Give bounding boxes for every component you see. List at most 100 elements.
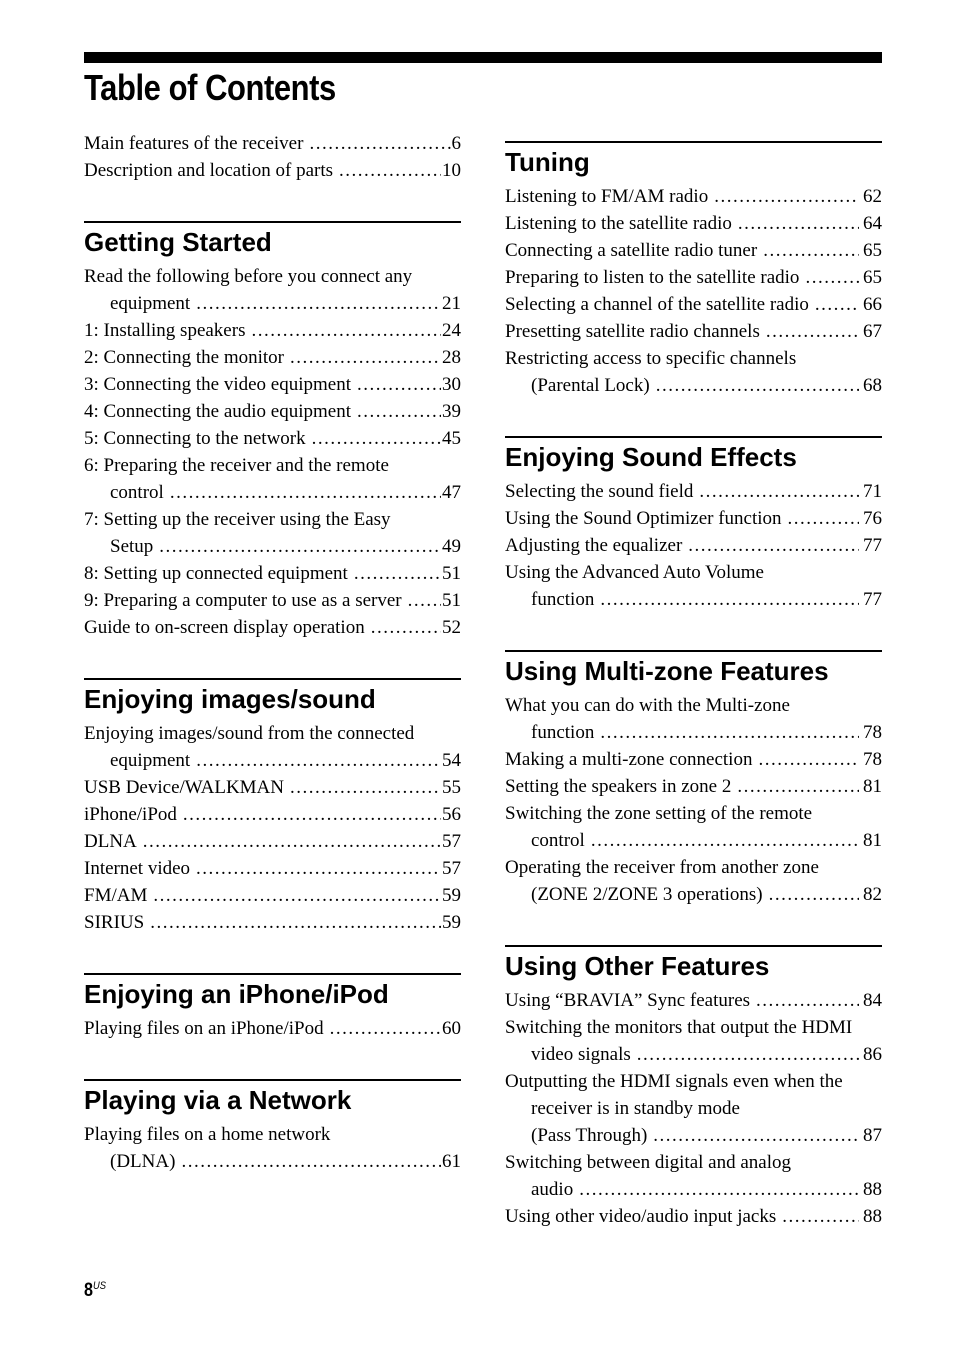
toc-entry[interactable]: SIRIUS 59	[84, 909, 461, 936]
toc-entry[interactable]: 9: Preparing a computer to use as a serv…	[84, 587, 461, 614]
toc-entry[interactable]: Using the Advanced Auto Volume function 77	[505, 559, 882, 613]
toc-entry-page: 30	[442, 374, 461, 395]
toc-entry-label: Listening to the satellite radio	[505, 213, 732, 234]
toc-entry-page: 47	[442, 482, 461, 503]
toc-section: Playing via a Network Playing files on a …	[84, 1079, 461, 1175]
toc-entry-label: USB Device/WALKMAN	[84, 777, 285, 798]
toc-right-column: TuningListening to FM/AM radio62Listenin…	[505, 141, 882, 1230]
toc-entry[interactable]: Operating the receiver from another zone…	[505, 854, 882, 908]
toc-entry[interactable]: Using the Sound Optimizer function 76	[505, 505, 882, 532]
toc-entry[interactable]: Selecting the sound field 71	[505, 478, 882, 505]
toc-entry[interactable]: 5: Connecting to the network 45	[84, 425, 461, 452]
dot-leader	[196, 747, 441, 774]
dot-leader	[788, 505, 859, 532]
toc-entry[interactable]: 2: Connecting the monitor 28	[84, 344, 461, 371]
toc-entry[interactable]: 6: Preparing the receiver and the remote…	[84, 452, 461, 506]
toc-entry-label: Playing files on an iPhone/iPod	[84, 1018, 324, 1039]
toc-entry-label: Setting the speakers in zone 2	[505, 776, 732, 797]
toc-entry[interactable]: Guide to on-screen display operation 52	[84, 614, 461, 641]
dot-leader	[600, 586, 859, 613]
toc-entry[interactable]: USB Device/WALKMAN 55	[84, 774, 461, 801]
toc-entry[interactable]: Connecting a satellite radio tuner 65	[505, 237, 882, 264]
toc-entry-label-continued: video signals	[531, 1044, 631, 1065]
toc-entry[interactable]: 3: Connecting the video equipment 30	[84, 371, 461, 398]
toc-entry-label: Adjusting the equalizer	[505, 535, 683, 556]
toc-entry[interactable]: Using other video/audio input jacks 88	[505, 1203, 882, 1230]
toc-entry-label: SIRIUS	[84, 912, 145, 933]
dot-leader	[170, 479, 441, 506]
toc-entry-label: 6: Preparing the receiver and the remote	[84, 455, 389, 476]
toc-entry[interactable]: Main features of the receiver 6	[84, 130, 461, 157]
toc-section: Enjoying an iPhone/iPod Playing files on …	[84, 973, 461, 1042]
toc-entry[interactable]: Adjusting the equalizer 77	[505, 532, 882, 559]
toc-entry-page: 10	[442, 160, 461, 181]
toc-entry-page: 61	[442, 1151, 461, 1172]
page-number-value: 8	[84, 1280, 93, 1301]
toc-entry[interactable]: 8: Setting up connected equipment 51	[84, 560, 461, 587]
toc-entry-label: 8: Setting up connected equipment	[84, 563, 348, 584]
toc-entry[interactable]: Using “BRAVIA” Sync features 84	[505, 987, 882, 1014]
toc-entry[interactable]: Enjoying images/sound from the connected…	[84, 720, 461, 774]
toc-entry[interactable]: What you can do with the Multi-zone funct…	[505, 692, 882, 746]
toc-entry-label: Using the Sound Optimizer function	[505, 508, 782, 529]
toc-entry-label-continued: equipment	[110, 750, 191, 771]
dot-leader	[737, 773, 859, 800]
toc-entry[interactable]: Outputting the HDMI signals even when th…	[505, 1068, 882, 1149]
dot-leader	[357, 398, 441, 425]
toc-entry-label: 9: Preparing a computer to use as a serv…	[84, 590, 402, 611]
section-rule	[84, 1079, 461, 1081]
dot-leader	[196, 855, 441, 882]
toc-entry[interactable]: Description and location of parts 10	[84, 157, 461, 184]
toc-entry[interactable]: Setting the speakers in zone 2 81	[505, 773, 882, 800]
toc-entry[interactable]: Switching the monitors that output the H…	[505, 1014, 882, 1068]
toc-entry[interactable]: FM/AM 59	[84, 882, 461, 909]
toc-entry[interactable]: 4: Connecting the audio equipment 39	[84, 398, 461, 425]
toc-entry[interactable]: Restricting access to specific channels (…	[505, 345, 882, 399]
section-rule	[505, 650, 882, 652]
toc-entry-label: Switching the monitors that output the H…	[505, 1017, 853, 1038]
toc-entry-page: 77	[863, 589, 882, 610]
toc-entry[interactable]: Playing files on a home network (DLNA) 61	[84, 1121, 461, 1175]
toc-entry[interactable]: Switching between digital and analog audi…	[505, 1149, 882, 1203]
toc-entry-label: Selecting the sound field	[505, 481, 694, 502]
toc-entry-label-continued: (ZONE 2/ZONE 3 operations)	[531, 884, 763, 905]
toc-entry-page: 52	[442, 617, 461, 638]
toc-entry[interactable]: Making a multi-zone connection 78	[505, 746, 882, 773]
toc-entry-page: 51	[442, 563, 461, 584]
toc-entry[interactable]: Playing files on an iPhone/iPod 60	[84, 1015, 461, 1042]
dot-leader	[339, 157, 441, 184]
toc-section: Using Multi-zone Features What you can do…	[505, 650, 882, 908]
toc-entry-page: 57	[442, 831, 461, 852]
dot-leader	[150, 909, 441, 936]
toc-entry-label: Description and location of parts	[84, 160, 334, 181]
toc-entry-page: 66	[863, 294, 882, 315]
dot-leader	[330, 1015, 441, 1042]
toc-entry[interactable]: Preparing to listen to the satellite rad…	[505, 264, 882, 291]
toc-entry-label-continued: control	[531, 830, 585, 851]
toc-entry-page: 65	[863, 240, 882, 261]
toc-entry-page: 76	[863, 508, 882, 529]
dot-leader	[408, 587, 441, 614]
section-heading: Enjoying Sound Effects	[505, 442, 797, 472]
toc-entry-label: DLNA	[84, 831, 137, 852]
toc-entry[interactable]: DLNA 57	[84, 828, 461, 855]
toc-entry[interactable]: 1: Installing speakers 24	[84, 317, 461, 344]
toc-entry-page: 86	[863, 1044, 882, 1065]
toc-entry[interactable]: Internet video 57	[84, 855, 461, 882]
toc-entry[interactable]: Presetting satellite radio channels 67	[505, 318, 882, 345]
toc-entry-label: Switching between digital and analog	[505, 1152, 791, 1173]
toc-entry-page: 64	[863, 213, 882, 234]
toc-section: Enjoying images/sound Enjoying images/sou…	[84, 678, 461, 936]
toc-entry-label: 4: Connecting the audio equipment	[84, 401, 352, 422]
toc-entry-label-continued: (DLNA)	[110, 1151, 176, 1172]
section-heading: Using Multi-zone Features	[505, 656, 829, 686]
toc-entry[interactable]: iPhone/iPod 56	[84, 801, 461, 828]
toc-entry[interactable]: Selecting a channel of the satellite rad…	[505, 291, 882, 318]
toc-entry[interactable]: Listening to the satellite radio 64	[505, 210, 882, 237]
toc-entry[interactable]: 7: Setting up the receiver using the Eas…	[84, 506, 461, 560]
toc-entry-label: What you can do with the Multi-zone	[505, 695, 790, 716]
toc-section: Enjoying Sound Effects Selecting the soun…	[505, 436, 882, 613]
toc-entry[interactable]: Listening to FM/AM radio 62	[505, 183, 882, 210]
toc-entry[interactable]: Read the following before you connect an…	[84, 263, 461, 317]
toc-entry[interactable]: Switching the zone setting of the remote…	[505, 800, 882, 854]
